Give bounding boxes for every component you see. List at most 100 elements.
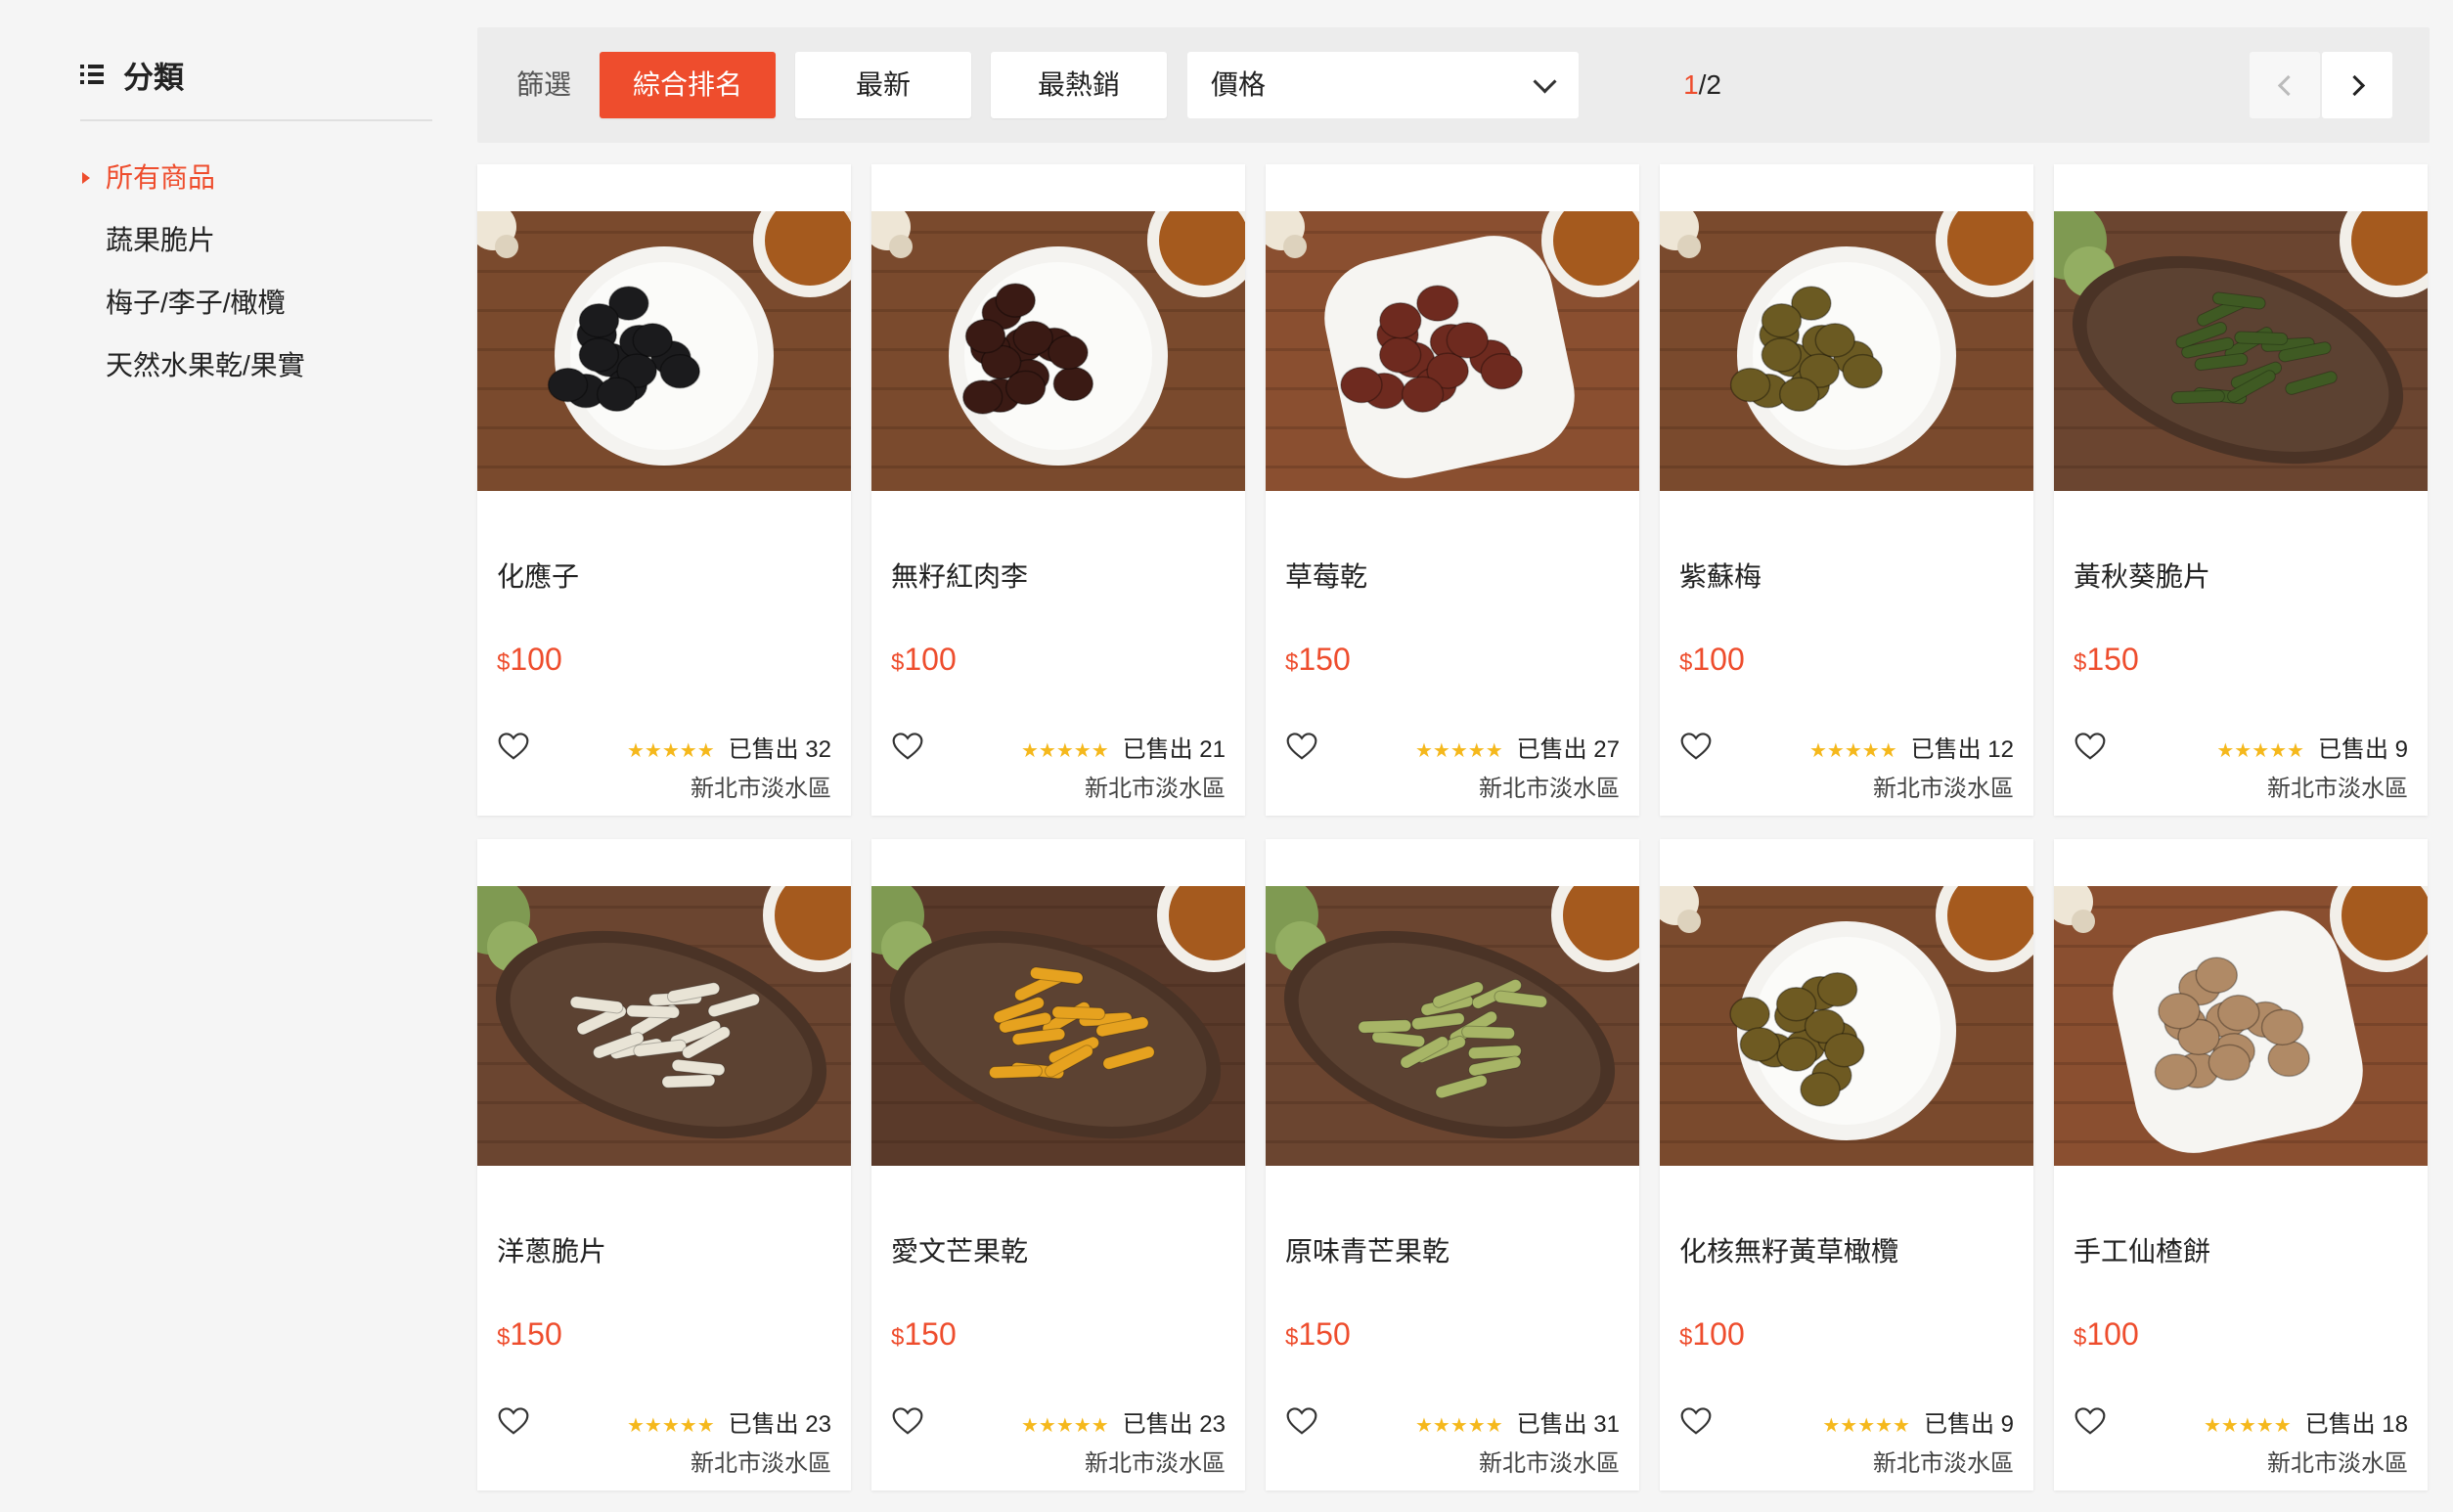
filter-label: 篩選: [516, 69, 572, 100]
product-price: $150: [497, 1316, 562, 1353]
price-amount: 150: [1298, 642, 1351, 677]
price-amount: 150: [904, 1316, 957, 1352]
product-name: 化核無籽黃草橄欖: [1679, 1236, 1899, 1267]
sidebar-item-category[interactable]: 梅子/李子/橄欖: [80, 272, 432, 334]
product-name: 紫蘇梅: [1679, 561, 1762, 592]
next-page-button[interactable]: [2322, 52, 2392, 118]
product-name: 愛文芒果乾: [891, 1236, 1029, 1267]
product-name: 手工仙楂餅: [2074, 1236, 2211, 1267]
sort-newest-button[interactable]: 最新: [795, 52, 971, 118]
product-price: $100: [497, 642, 562, 678]
rating-stars: ★★★★★: [626, 1415, 715, 1437]
product-card[interactable]: 黃秋葵脆片 $150 ★★★★★ 已售出 9 新北市淡水區: [2054, 164, 2428, 816]
sidebar-item-label: 天然水果乾/果實: [106, 350, 305, 380]
product-name: 原味青芒果乾: [1285, 1236, 1450, 1267]
heart-icon[interactable]: [497, 1406, 530, 1436]
category-sidebar: 分類 所有商品 蔬果脆片梅子/李子/橄欖 天然水果乾/果實: [80, 39, 432, 397]
product-name: 化應子: [497, 561, 580, 592]
product-image[interactable]: [477, 211, 851, 491]
product-location: 新北市淡水區: [1873, 1450, 2014, 1477]
sold-count: 已售出 18: [2304, 1411, 2408, 1438]
sidebar-header: 分類: [80, 39, 432, 121]
product-meta: ★★★★★ 已售出 23: [1021, 1404, 1226, 1439]
product-price: $150: [1285, 642, 1351, 678]
product-name: 黃秋葵脆片: [2074, 561, 2211, 592]
price-amount: 100: [904, 642, 957, 677]
heart-icon[interactable]: [1285, 732, 1318, 761]
product-image[interactable]: [477, 886, 851, 1166]
product-card[interactable]: 原味青芒果乾 $150 ★★★★★ 已售出 31 新北市淡水區: [1266, 839, 1639, 1490]
product-image[interactable]: [1266, 211, 1639, 491]
product-image[interactable]: [1660, 886, 2033, 1166]
heart-icon[interactable]: [1679, 1406, 1713, 1436]
product-card[interactable]: 草莓乾 $150 ★★★★★ 已售出 27 新北市淡水區: [1266, 164, 1639, 816]
heart-icon[interactable]: [2074, 732, 2107, 761]
sidebar-item-category[interactable]: 蔬果脆片: [80, 209, 432, 272]
product-price: $150: [1285, 1316, 1351, 1353]
sort-relevance-button[interactable]: 綜合排名: [600, 52, 776, 118]
product-name: 草莓乾: [1285, 561, 1368, 592]
price-currency: $: [1679, 1324, 1693, 1351]
product-price: $100: [891, 642, 957, 678]
heart-icon[interactable]: [2074, 1406, 2107, 1436]
rating-stars: ★★★★★: [1414, 740, 1503, 762]
product-card[interactable]: 洋蔥脆片 $150 ★★★★★ 已售出 23 新北市淡水區: [477, 839, 851, 1490]
heart-icon[interactable]: [891, 1406, 924, 1436]
product-meta: ★★★★★ 已售出 23: [627, 1404, 831, 1439]
product-location: 新北市淡水區: [691, 776, 831, 802]
sort-bestselling-button[interactable]: 最熱銷: [991, 52, 1167, 118]
price-currency: $: [1285, 1324, 1299, 1351]
rating-stars: ★★★★★: [626, 740, 715, 762]
sidebar-item-category[interactable]: 所有商品: [80, 147, 432, 209]
product-price: $150: [2074, 642, 2139, 678]
product-image[interactable]: [871, 211, 1245, 491]
heart-icon[interactable]: [1679, 732, 1713, 761]
price-amount: 150: [510, 1316, 562, 1352]
heart-icon[interactable]: [497, 732, 530, 761]
list-icon: [80, 65, 104, 84]
sold-count: 已售出 9: [2317, 736, 2408, 763]
product-location: 新北市淡水區: [1479, 1450, 1620, 1477]
product-card[interactable]: 無籽紅肉李 $100 ★★★★★ 已售出 21 新北市淡水區: [871, 164, 1245, 816]
product-card[interactable]: 愛文芒果乾 $150 ★★★★★ 已售出 23 新北市淡水區: [871, 839, 1245, 1490]
product-location: 新北市淡水區: [1873, 776, 2014, 802]
product-card[interactable]: 化應子 $100 ★★★★★ 已售出 32 新北市淡水區: [477, 164, 851, 816]
caret-right-icon: [82, 172, 90, 184]
product-location: 新北市淡水區: [691, 1450, 831, 1477]
sold-count: 已售出 21: [1122, 736, 1226, 763]
price-amount: 150: [1298, 1316, 1351, 1352]
chevron-left-icon: [2277, 74, 2299, 97]
heart-icon[interactable]: [1285, 1406, 1318, 1436]
product-meta: ★★★★★ 已售出 12: [1809, 730, 2014, 764]
product-price: $100: [2074, 1316, 2139, 1353]
product-image[interactable]: [1266, 886, 1639, 1166]
sold-count: 已售出 32: [728, 736, 831, 763]
rating-stars: ★★★★★: [2216, 740, 2304, 762]
product-card[interactable]: 化核無籽黃草橄欖 $100 ★★★★★ 已售出 9 新北市淡水區: [1660, 839, 2033, 1490]
product-price: $150: [891, 1316, 957, 1353]
product-image[interactable]: [1660, 211, 2033, 491]
filter-bar: 篩選 綜合排名 最新 最熱銷 價格 1/2: [477, 27, 2430, 143]
product-image[interactable]: [2054, 886, 2428, 1166]
sidebar-item-label: 梅子/李子/橄欖: [106, 288, 286, 318]
rating-stars: ★★★★★: [1822, 1415, 1910, 1437]
product-meta: ★★★★★ 已售出 32: [627, 730, 831, 764]
product-image[interactable]: [871, 886, 1245, 1166]
prev-page-button[interactable]: [2250, 52, 2320, 118]
product-card[interactable]: 手工仙楂餅 $100 ★★★★★ 已售出 18 新北市淡水區: [2054, 839, 2428, 1490]
product-name: 洋蔥脆片: [497, 1236, 607, 1267]
product-price: $100: [1679, 1316, 1745, 1353]
rating-stars: ★★★★★: [2203, 1415, 2292, 1437]
sold-count: 已售出 23: [1122, 1411, 1226, 1438]
price-currency: $: [891, 649, 905, 676]
price-currency: $: [1285, 649, 1299, 676]
product-meta: ★★★★★ 已售出 21: [1021, 730, 1226, 764]
price-sort-select[interactable]: 價格: [1187, 52, 1579, 118]
product-card[interactable]: 紫蘇梅 $100 ★★★★★ 已售出 12 新北市淡水區: [1660, 164, 2033, 816]
rating-stars: ★★★★★: [1808, 740, 1897, 762]
page-total: /2: [1698, 69, 1721, 100]
heart-icon[interactable]: [891, 732, 924, 761]
product-image[interactable]: [2054, 211, 2428, 491]
product-location: 新北市淡水區: [2267, 776, 2408, 802]
sidebar-item-category[interactable]: 天然水果乾/果實: [80, 334, 432, 397]
